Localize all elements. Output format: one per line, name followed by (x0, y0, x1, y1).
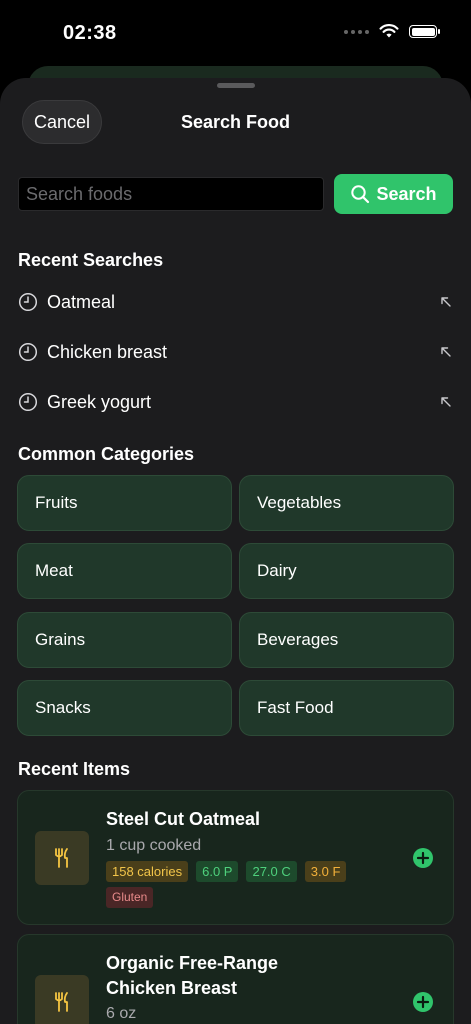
calories-badge: 158 calories (106, 861, 189, 882)
food-item-card[interactable]: Steel Cut Oatmeal 1 cup cooked 158 calor… (17, 790, 454, 925)
category-vegetables[interactable]: Vegetables (239, 475, 454, 531)
fat-badge: 3.0 F (304, 861, 347, 882)
protein-badge: 6.0 P (196, 861, 239, 882)
fork-knife-icon (35, 975, 89, 1024)
fork-knife-icon (35, 831, 89, 885)
sheet-grabber[interactable] (217, 83, 255, 88)
category-beverages[interactable]: Beverages (239, 612, 454, 668)
status-time: 02:38 (63, 22, 117, 44)
food-item-card[interactable]: Organic Free-Range Chicken Breast 6 oz (17, 934, 454, 1024)
food-item-name-line: Organic Free-Range (106, 953, 279, 973)
magnifier-icon (351, 185, 370, 204)
nutrition-tags: 158 calories 6.0 P 27.0 C 3.0 F (106, 861, 347, 882)
allergen-tags: Gluten (106, 887, 154, 908)
carbs-badge: 27.0 C (246, 861, 297, 882)
recent-search-label: Oatmeal (47, 291, 116, 312)
food-item-name: Steel Cut Oatmeal (106, 809, 261, 829)
recent-search-item[interactable]: Greek yogurt (18, 387, 455, 417)
category-grains[interactable]: Grains (17, 612, 232, 668)
battery-icon (409, 25, 440, 38)
recent-search-label: Greek yogurt (47, 391, 152, 412)
category-snacks[interactable]: Snacks (17, 680, 232, 736)
plus-circle-icon[interactable] (412, 847, 434, 869)
category-meat[interactable]: Meat (17, 543, 232, 599)
category-dairy[interactable]: Dairy (239, 543, 454, 599)
food-item-name: Organic Free-Range Chicken Breast (106, 951, 278, 1001)
categories-title: Common Categories (18, 444, 195, 464)
recent-items-title: Recent Items (18, 759, 131, 779)
sheet-title: Search Food (180, 112, 291, 132)
search-button[interactable]: Search (334, 174, 453, 214)
signal-dots-icon (344, 29, 369, 34)
food-item-serving: 6 oz (106, 1005, 137, 1022)
wifi-icon (379, 24, 399, 38)
arrow-up-left-icon[interactable] (439, 345, 453, 359)
clock-icon (18, 342, 38, 362)
recent-search-item[interactable]: Oatmeal (18, 287, 455, 317)
plus-circle-icon[interactable] (412, 991, 434, 1013)
recent-searches-title: Recent Searches (18, 250, 164, 270)
clock-icon (18, 292, 38, 312)
search-button-label: Search (376, 183, 437, 204)
arrow-up-left-icon[interactable] (439, 295, 453, 309)
recent-search-item[interactable]: Chicken breast (18, 337, 455, 367)
search-food-sheet: Cancel Search Food Search Recent Searche… (0, 78, 471, 1024)
search-input[interactable] (18, 177, 324, 211)
category-fruits[interactable]: Fruits (17, 475, 232, 531)
category-fast-food[interactable]: Fast Food (239, 680, 454, 736)
allergen-badge: Gluten (106, 887, 154, 908)
recent-search-label: Chicken breast (47, 341, 168, 362)
arrow-up-left-icon[interactable] (439, 395, 453, 409)
status-icons (344, 24, 440, 39)
status-bar: 02:38 (0, 0, 471, 70)
clock-icon (18, 392, 38, 412)
food-item-name-line: Chicken Breast (106, 978, 238, 998)
food-item-serving: 1 cup cooked (106, 837, 202, 854)
